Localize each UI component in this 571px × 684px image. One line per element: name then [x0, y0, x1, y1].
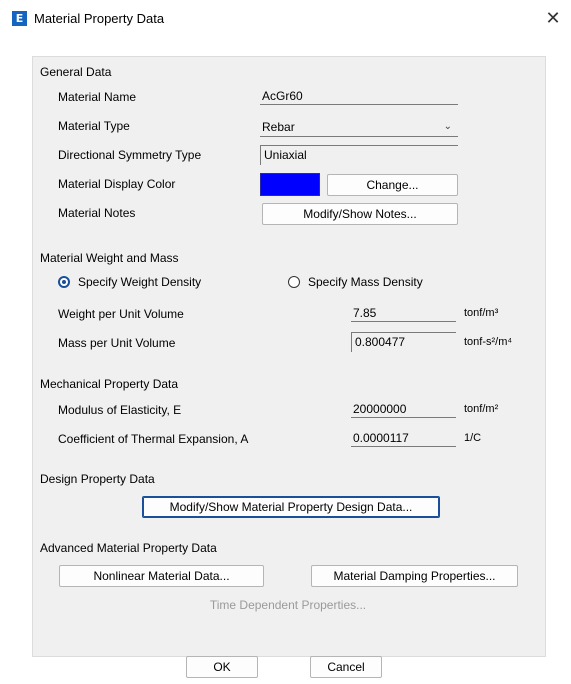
material-notes-label: Material Notes [58, 206, 136, 220]
window-title: Material Property Data [34, 11, 165, 26]
mass-unit: tonf-s²/m⁴ [464, 336, 513, 348]
cancel-button[interactable]: Cancel [310, 656, 382, 678]
advanced-heading: Advanced Material Property Data [40, 541, 217, 555]
modulus-label: Modulus of Elasticity, E [58, 403, 182, 417]
time-dependent-button[interactable]: Time Dependent Properties... [183, 595, 393, 617]
display-color-label: Material Display Color [58, 177, 176, 191]
modulus-unit: tonf/m² [464, 403, 499, 415]
weight-density-label[interactable]: Specify Weight Density [78, 275, 201, 289]
modulus-input[interactable]: 20000000 [351, 400, 456, 418]
damping-properties-button[interactable]: Material Damping Properties... [311, 565, 518, 587]
material-color-swatch [260, 173, 320, 196]
change-color-button[interactable]: Change... [327, 174, 458, 196]
mass-density-radio[interactable] [288, 276, 300, 288]
material-type-label: Material Type [58, 119, 130, 133]
directional-symmetry-field: Uniaxial [260, 145, 458, 165]
design-heading: Design Property Data [40, 472, 155, 486]
weight-mass-heading: Material Weight and Mass [40, 251, 179, 265]
thermal-unit: 1/C [464, 432, 482, 444]
general-data-heading: General Data [40, 65, 112, 79]
modify-notes-button[interactable]: Modify/Show Notes... [262, 203, 458, 225]
chevron-down-icon: ⌄ [443, 121, 452, 132]
design-data-button[interactable]: Modify/Show Material Property Design Dat… [142, 496, 440, 518]
nonlinear-data-button[interactable]: Nonlinear Material Data... [59, 565, 264, 587]
material-name-input[interactable]: AcGr60 [260, 87, 458, 105]
mass-per-volume-field: 0.800477 [351, 332, 456, 352]
material-property-dialog: E Material Property Data ✕ General Data … [0, 0, 571, 684]
material-type-value: Rebar [262, 120, 295, 134]
app-icon: E [12, 11, 27, 26]
close-icon[interactable]: ✕ [540, 6, 566, 32]
weight-density-radio[interactable] [58, 276, 70, 288]
thermal-expansion-label: Coefficient of Thermal Expansion, A [58, 432, 249, 446]
mechanical-heading: Mechanical Property Data [40, 377, 179, 391]
thermal-expansion-input[interactable]: 0.0000117 [351, 429, 456, 447]
weight-per-volume-input[interactable]: 7.85 [351, 304, 456, 322]
weight-per-volume-label: Weight per Unit Volume [58, 307, 184, 321]
mass-density-label[interactable]: Specify Mass Density [308, 275, 423, 289]
ok-button[interactable]: OK [186, 656, 258, 678]
material-name-label: Material Name [58, 90, 137, 104]
mass-per-volume-label: Mass per Unit Volume [58, 336, 176, 350]
title-bar[interactable]: E Material Property Data ✕ [0, 0, 571, 38]
material-type-select[interactable]: Rebar ⌄ [260, 117, 458, 137]
weight-unit: tonf/m³ [464, 307, 499, 319]
dialog-panel: General Data Material Name AcGr60 Materi… [32, 56, 546, 657]
directional-symmetry-label: Directional Symmetry Type [58, 148, 202, 162]
